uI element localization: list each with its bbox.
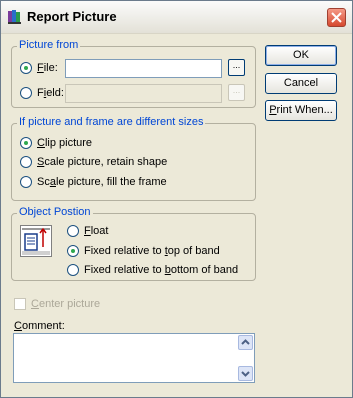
ok-button[interactable]: OK bbox=[265, 45, 337, 66]
fixed-bottom-radio[interactable] bbox=[67, 264, 79, 276]
center-picture-label: Center picture bbox=[31, 298, 101, 310]
field-radio[interactable] bbox=[20, 87, 32, 99]
title-bar: Report Picture bbox=[1, 1, 352, 34]
app-icon bbox=[7, 9, 23, 25]
scale-fill-label: Scale picture, fill the frame bbox=[37, 176, 167, 188]
report-picture-dialog: Report Picture Picture from File: ... Fi… bbox=[0, 0, 353, 398]
picture-from-legend: Picture from bbox=[17, 39, 81, 51]
file-browse-button[interactable]: ... bbox=[228, 59, 245, 76]
fixed-top-label: Fixed relative to top of band bbox=[84, 245, 220, 257]
field-browse-button[interactable]: ... bbox=[228, 84, 245, 101]
scale-fill-radio[interactable] bbox=[20, 176, 32, 188]
object-position-legend: Object Postion bbox=[17, 206, 93, 218]
clip-picture-row[interactable]: Clip picture bbox=[20, 137, 92, 149]
field-label: Field: bbox=[37, 87, 64, 99]
object-position-icon bbox=[20, 225, 52, 257]
file-label: File: bbox=[37, 62, 58, 74]
scale-retain-radio[interactable] bbox=[20, 156, 32, 168]
float-label: Float bbox=[84, 225, 109, 237]
comment-textarea[interactable] bbox=[13, 333, 255, 383]
scale-fill-row[interactable]: Scale picture, fill the frame bbox=[20, 176, 167, 188]
field-radio-row[interactable]: Field: bbox=[20, 87, 64, 99]
fixed-top-row[interactable]: Fixed relative to top of band bbox=[67, 245, 220, 257]
scroll-up-icon bbox=[241, 339, 250, 345]
file-radio-row[interactable]: File: bbox=[20, 62, 58, 74]
scroll-down-button[interactable] bbox=[238, 366, 253, 381]
window-title: Report Picture bbox=[27, 9, 117, 24]
file-radio[interactable] bbox=[20, 62, 32, 74]
scroll-down-icon bbox=[241, 371, 250, 377]
fixed-bottom-label: Fixed relative to bottom of band bbox=[84, 264, 239, 276]
fixed-top-radio[interactable] bbox=[67, 245, 79, 257]
size-group-legend: If picture and frame are different sizes bbox=[17, 116, 206, 128]
close-icon bbox=[331, 12, 342, 23]
fixed-bottom-row[interactable]: Fixed relative to bottom of band bbox=[67, 264, 238, 276]
close-button[interactable] bbox=[327, 8, 346, 27]
cancel-button[interactable]: Cancel bbox=[265, 73, 337, 94]
field-input[interactable] bbox=[65, 84, 222, 103]
file-input[interactable] bbox=[65, 59, 222, 78]
clip-picture-radio[interactable] bbox=[20, 137, 32, 149]
comment-label: Comment: bbox=[14, 320, 65, 332]
print-when-button[interactable]: Print When... bbox=[265, 100, 337, 121]
scroll-up-button[interactable] bbox=[238, 335, 253, 350]
center-picture-checkbox[interactable] bbox=[14, 298, 26, 310]
scale-retain-label: Scale picture, retain shape bbox=[37, 156, 168, 168]
clip-picture-label: Clip picture bbox=[37, 137, 93, 149]
float-radio[interactable] bbox=[67, 225, 79, 237]
scale-retain-row[interactable]: Scale picture, retain shape bbox=[20, 156, 167, 168]
float-row[interactable]: Float bbox=[67, 225, 108, 237]
